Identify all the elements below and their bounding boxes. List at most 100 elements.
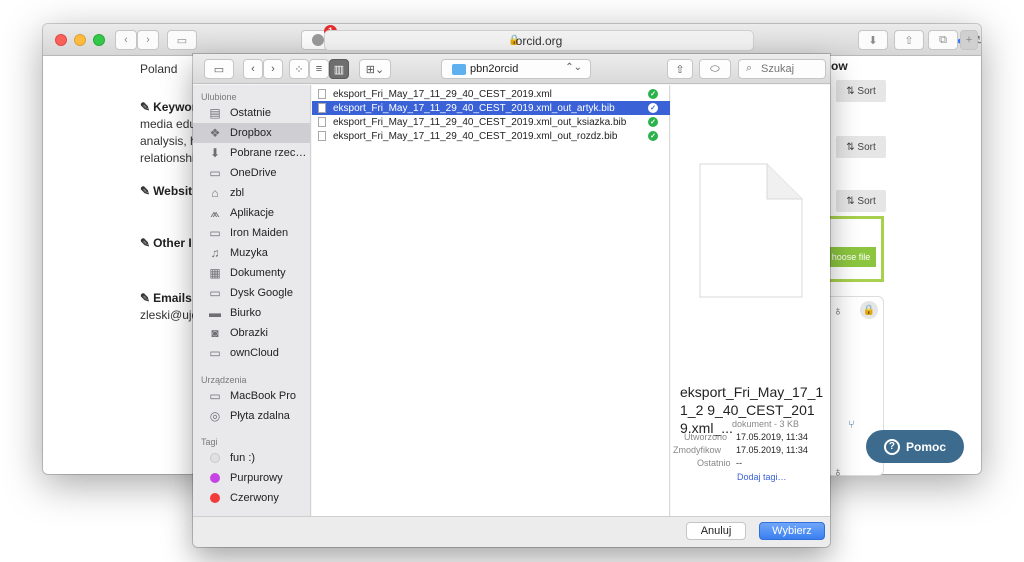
sidebar-item-downloads[interactable]: ⬇ Pobrane rzec… xyxy=(193,143,310,163)
pencil-icon[interactable]: ✎ xyxy=(140,291,150,305)
tabs-button[interactable]: ⧉ xyxy=(928,30,958,50)
forward-button[interactable]: › xyxy=(137,30,159,50)
file-row[interactable]: eksport_Fri_May_17_11_29_40_CEST_2019.xm… xyxy=(312,101,670,115)
keywords-line: media edu xyxy=(140,117,197,131)
path-popup[interactable]: pbn2orcid ⌃⌄ xyxy=(441,59,591,79)
sidebar-item-owncloud[interactable]: ▭ ownCloud xyxy=(193,343,310,363)
documents-icon: ▦ xyxy=(209,266,221,280)
sidebar-item-onedrive[interactable]: ▭ OneDrive xyxy=(193,163,310,183)
sidebar-item-dropbox[interactable]: ❖ Dropbox xyxy=(193,123,310,143)
sort-icon: ⇅ xyxy=(846,195,855,207)
sidebar-item-label: fun :) xyxy=(230,452,256,464)
sidebar-item-label: Purpurowy xyxy=(230,472,283,484)
sidebar-icon: ▭ xyxy=(176,34,188,47)
share-node-icon[interactable]: ♁ xyxy=(833,464,843,479)
sidebar-item-label: Iron Maiden xyxy=(230,227,289,239)
share-button[interactable]: ⇧ xyxy=(667,59,693,79)
other-ids-heading: ✎ Other I xyxy=(140,236,192,250)
file-row[interactable]: eksport_Fri_May_17_11_29_40_CEST_2019.xm… xyxy=(312,87,670,101)
list-icon: ≡ xyxy=(315,63,323,75)
downloads-icon: ⬇ xyxy=(209,146,221,160)
search-input[interactable] xyxy=(761,62,823,76)
arrange-menu-button[interactable]: ⊞⌄ xyxy=(359,59,391,79)
sidebar-item-desktop[interactable]: ▬ Biurko xyxy=(193,303,310,323)
cancel-button[interactable]: Anuluj xyxy=(686,522,746,540)
file-row[interactable]: eksport_Fri_May_17_11_29_40_CEST_2019.xm… xyxy=(312,115,670,129)
keywords-heading: ✎ Keywor xyxy=(140,100,196,114)
tag-dot-icon xyxy=(210,473,220,483)
address-text: orcid.org xyxy=(515,34,563,48)
sidebar-item-pictures[interactable]: ◙ Obrazki xyxy=(193,323,310,343)
search-field[interactable]: ⌕ xyxy=(738,59,826,79)
dialog-sidebar: Ulubione ▤ Ostatnie ❖ Dropbox ⬇ Pobrane rze… xyxy=(193,85,311,516)
lock-icon[interactable]: 🔒 xyxy=(860,301,878,319)
file-preview: eksport_Fri_May_17_11_2 9_40_CEST_2019.x… xyxy=(671,85,830,516)
question-icon: ? xyxy=(883,438,900,455)
sidebar-item-iron-maiden[interactable]: ▭ Iron Maiden xyxy=(193,223,310,243)
source-icon[interactable]: ⑂ xyxy=(848,419,855,431)
laptop-icon: ▭ xyxy=(209,389,221,403)
file-name: eksport_Fri_May_17_11_29_40_CEST_2019.xm… xyxy=(333,116,627,128)
devices-header: Urządzenia xyxy=(201,375,247,385)
sidebar-toggle-button[interactable]: ▭ xyxy=(204,59,234,79)
disc-icon: ◎ xyxy=(209,409,221,423)
updown-icon: ⌃⌄ xyxy=(565,62,582,73)
forward-button[interactable]: › xyxy=(263,59,283,79)
grid-icon: ⁘ xyxy=(294,63,304,76)
music-icon: ♫ xyxy=(210,246,220,260)
back-button[interactable]: ‹ xyxy=(115,30,137,50)
dialog-toolbar: ▭ ‹ › ⁘ ≡ ▥ ⊞⌄ pbn2orcid ⌃⌄ ⇧ ⬭ ⌕ xyxy=(193,54,830,84)
close-window-button[interactable] xyxy=(55,34,67,46)
sidebar-item-music[interactable]: ♫ Muzyka xyxy=(193,243,310,263)
pencil-icon[interactable]: ✎ xyxy=(140,184,150,198)
sort-button[interactable]: ⇅ Sort xyxy=(836,190,886,212)
created-label: Utworzono xyxy=(684,432,728,442)
pencil-icon[interactable]: ✎ xyxy=(140,100,150,114)
sidebar-item-applications[interactable]: ⩕ Aplikacje xyxy=(193,203,310,223)
list-view-button[interactable]: ≡ xyxy=(309,59,329,79)
sidebar-item-home[interactable]: ⌂ zbl xyxy=(193,183,310,203)
tag-button[interactable]: ⬭ xyxy=(699,59,731,79)
add-tags-link[interactable]: Dodaj tagi… xyxy=(737,472,787,482)
downloads-button[interactable]: ⬇ xyxy=(858,30,888,50)
share-node-icon[interactable]: ♁ xyxy=(833,303,843,318)
sidebar-item-recents[interactable]: ▤ Ostatnie xyxy=(193,103,310,123)
sort-label: Sort xyxy=(857,85,876,97)
minimize-window-button[interactable] xyxy=(74,34,86,46)
sidebar-item-label: Obrazki xyxy=(230,327,268,339)
back-button[interactable]: ‹ xyxy=(243,59,263,79)
chevron-left-icon: ‹ xyxy=(251,63,255,75)
new-tab-button[interactable]: + xyxy=(960,30,978,50)
open-button[interactable]: Wybierz xyxy=(759,522,825,540)
address-bar[interactable]: 🔒 orcid.org ◀) ↻ xyxy=(324,30,981,51)
sidebar-item-label: Biurko xyxy=(230,307,262,319)
icon-view-button[interactable]: ⁘ xyxy=(289,59,309,79)
sort-button[interactable]: ⇅ Sort xyxy=(836,136,886,158)
chevron-right-icon: › xyxy=(271,63,275,75)
download-icon: ⬇ xyxy=(868,34,878,47)
last-opened-value: -- xyxy=(736,458,742,468)
columns-icon: ▥ xyxy=(333,63,345,76)
sidebar-item-google-drive[interactable]: ▭ Dysk Google xyxy=(193,283,310,303)
favorites-header: Ulubione xyxy=(201,92,237,102)
sidebar-item-remote-disc[interactable]: ◎ Płyta zdalna xyxy=(193,406,310,426)
pencil-icon[interactable]: ✎ xyxy=(140,236,150,250)
keywords-line: analysis, h xyxy=(140,134,197,148)
help-button[interactable]: ? Pomoc xyxy=(866,430,964,463)
tag-dot-icon xyxy=(210,453,220,463)
column-view-button[interactable]: ▥ xyxy=(329,59,349,79)
file-row[interactable]: eksport_Fri_May_17_11_29_40_CEST_2019.xm… xyxy=(312,129,670,143)
sidebar-tag-red[interactable]: Czerwony xyxy=(193,488,310,508)
sidebar-tag-purple[interactable]: Purpurowy xyxy=(193,468,310,488)
sidebar-tag-fun[interactable]: fun :) xyxy=(193,448,310,468)
sidebar-item-macbook[interactable]: ▭ MacBook Pro xyxy=(193,386,310,406)
sort-button[interactable]: ⇅ Sort xyxy=(836,80,886,102)
share-button[interactable]: ⇧ xyxy=(894,30,924,50)
sidebar-item-documents[interactable]: ▦ Dokumenty xyxy=(193,263,310,283)
sidebar-item-label: Ostatnie xyxy=(230,107,271,119)
choose-file-button[interactable]: hoose file xyxy=(826,247,876,267)
keywords-label: Keywor xyxy=(153,100,197,114)
modified-value: 17.05.2019, 11:34 xyxy=(736,445,808,455)
sidebar-toggle-button[interactable]: ▭ xyxy=(167,30,197,50)
zoom-window-button[interactable] xyxy=(93,34,105,46)
